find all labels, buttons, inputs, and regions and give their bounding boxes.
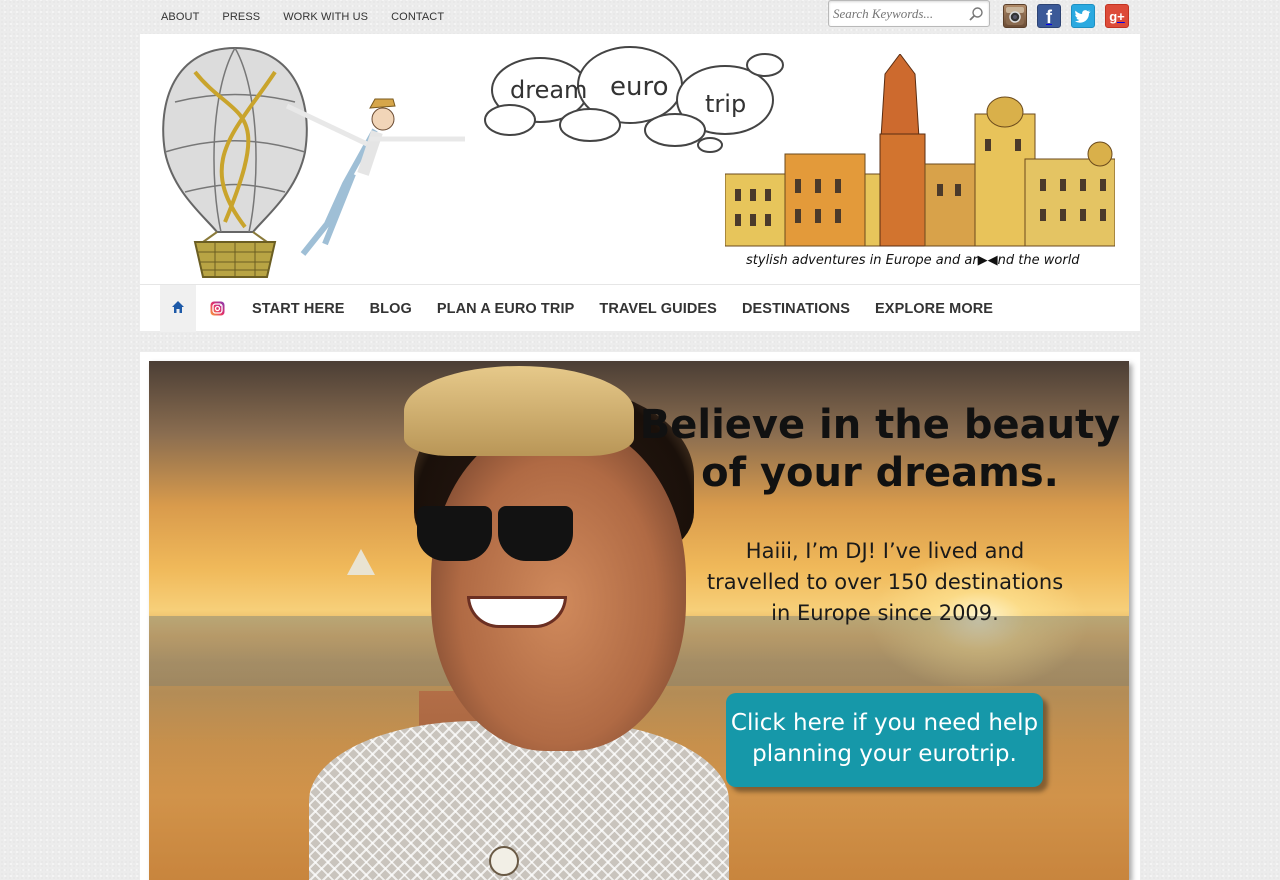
hero-intro-line3: in Europe since 2009. bbox=[771, 601, 999, 625]
portrait-sunglasses bbox=[417, 506, 577, 566]
portrait-pendant bbox=[489, 846, 519, 876]
home-button[interactable] bbox=[160, 285, 196, 332]
top-link-contact[interactable]: CONTACT bbox=[391, 11, 444, 23]
facebook-glyph: f bbox=[1046, 7, 1052, 27]
hero-headline: Believe in the beauty of your dreams. bbox=[639, 401, 1121, 497]
plan-eurotrip-cta-button[interactable]: Click here if you need help planning you… bbox=[726, 693, 1043, 787]
nav-travel-guides[interactable]: TRAVEL GUIDES bbox=[599, 301, 717, 317]
nav-blog[interactable]: BLOG bbox=[370, 301, 412, 317]
search-icon[interactable] bbox=[968, 6, 984, 22]
hero-headline-line1: Believe in the beauty bbox=[639, 402, 1121, 448]
instagram-icon[interactable] bbox=[1003, 4, 1027, 28]
european-buildings-illustration bbox=[725, 54, 1115, 247]
flying-man-illustration bbox=[285, 98, 465, 256]
hero-intro: Haiii, I’m DJ! I’ve lived and travelled … bbox=[679, 536, 1091, 629]
top-links: ABOUT PRESS WORK WITH US CONTACT bbox=[161, 11, 467, 23]
site-header: dream euro trip stylish adventures in Eu… bbox=[140, 34, 1140, 284]
nav-instagram-icon[interactable] bbox=[210, 301, 225, 316]
top-link-press[interactable]: PRESS bbox=[222, 11, 260, 23]
nav-plan-a-euro-trip[interactable]: PLAN A EURO TRIP bbox=[437, 301, 574, 317]
cta-line1: Click here if you need help bbox=[730, 710, 1039, 736]
facebook-icon[interactable]: f bbox=[1037, 4, 1061, 28]
home-icon bbox=[172, 301, 184, 313]
hero-headline-line2: of your dreams. bbox=[701, 450, 1059, 496]
top-link-about[interactable]: ABOUT bbox=[161, 11, 199, 23]
portrait-straw-hat bbox=[404, 366, 634, 456]
hero-intro-line1: Haiii, I’m DJ! I’ve lived and bbox=[745, 539, 1025, 563]
site-tagline: stylish adventures in Europe and ar▶◀nd … bbox=[746, 253, 1080, 268]
google-plus-glyph: g+ bbox=[1109, 9, 1125, 24]
cta-line2: planning your eurotrip. bbox=[752, 741, 1017, 767]
google-plus-icon[interactable]: g+ bbox=[1105, 4, 1129, 28]
search-input[interactable] bbox=[833, 4, 961, 23]
main-nav: START HERE BLOG PLAN A EURO TRIP TRAVEL … bbox=[140, 284, 1140, 332]
top-bar: ABOUT PRESS WORK WITH US CONTACT f g+ bbox=[0, 0, 1280, 34]
nav-start-here[interactable]: START HERE bbox=[252, 301, 345, 317]
main-nav-items: START HERE BLOG PLAN A EURO TRIP TRAVEL … bbox=[252, 301, 1018, 317]
hero-banner: Believe in the beauty of your dreams. Ha… bbox=[149, 361, 1129, 880]
twitter-icon[interactable] bbox=[1071, 4, 1095, 28]
logo-word-euro: euro bbox=[610, 72, 669, 102]
search-box bbox=[828, 0, 990, 27]
nav-destinations[interactable]: DESTINATIONS bbox=[742, 301, 850, 317]
nav-explore-more[interactable]: EXPLORE MORE bbox=[875, 301, 993, 317]
hero-intro-line2: travelled to over 150 destinations bbox=[706, 570, 1064, 594]
sailboat bbox=[347, 549, 375, 575]
top-link-work-with-us[interactable]: WORK WITH US bbox=[283, 11, 368, 23]
logo-word-dream: dream bbox=[510, 76, 587, 104]
